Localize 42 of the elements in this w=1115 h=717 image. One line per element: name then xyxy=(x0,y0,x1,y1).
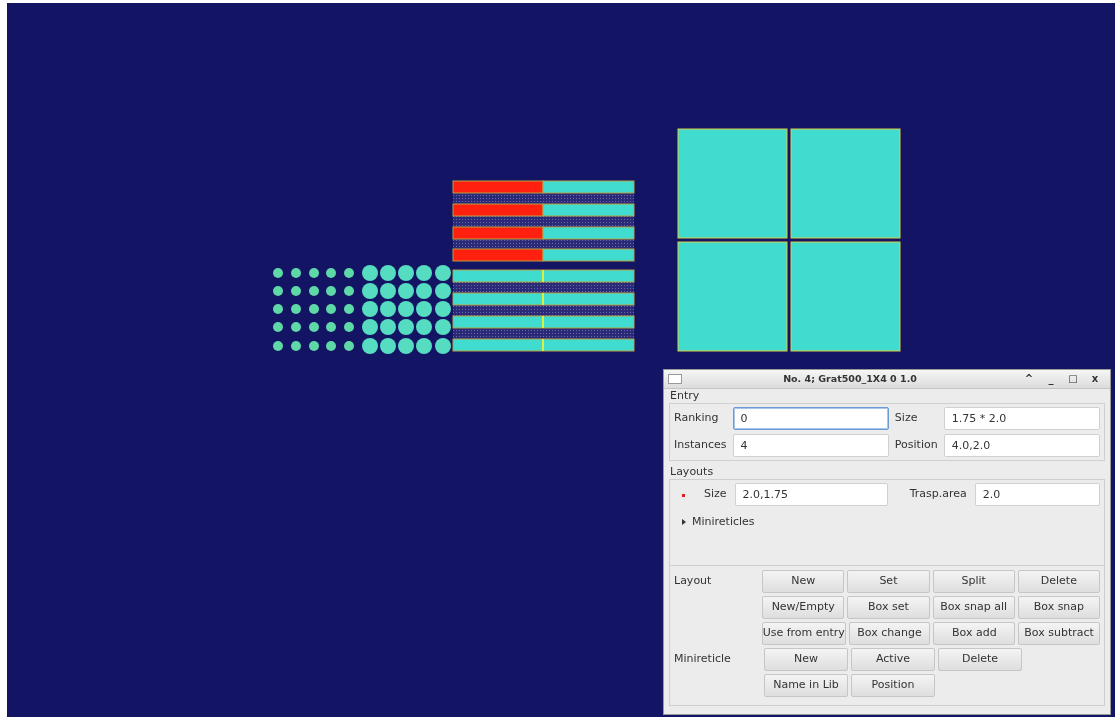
action-button[interactable]: Set xyxy=(847,569,930,593)
group-title: Layouts xyxy=(670,465,715,479)
input-field[interactable]: 4 xyxy=(732,434,889,457)
collapse-button[interactable]: ^ xyxy=(1022,374,1036,384)
window-title: No. 4; Grat500_1X4 0 1.0 xyxy=(782,371,918,386)
action-button[interactable]: Split xyxy=(932,569,1015,593)
maximize-button[interactable]: □ xyxy=(1066,374,1080,384)
action-button[interactable]: New/Empty xyxy=(762,595,845,619)
group-title: Entry xyxy=(670,389,701,403)
expander-label: Minireticles xyxy=(692,514,755,530)
action-button[interactable]: Delete xyxy=(938,647,1022,671)
field-label: Instances xyxy=(674,437,727,454)
action-button[interactable]: New xyxy=(762,569,845,593)
action-button[interactable]: Box snap xyxy=(1017,595,1100,619)
action-button[interactable]: Delete xyxy=(1017,569,1100,593)
field-label: Ranking xyxy=(674,410,720,427)
action-button[interactable]: New xyxy=(764,647,848,671)
field-label: Size xyxy=(704,486,727,503)
expander[interactable]: Minireticles xyxy=(674,514,755,531)
action-button[interactable]: Box subtract xyxy=(1018,621,1100,645)
action-button[interactable]: Box add xyxy=(933,621,1016,645)
input-field[interactable]: 1.75 * 2.0 xyxy=(943,407,1100,430)
window-icon xyxy=(668,374,682,384)
field-label: Size xyxy=(894,410,919,427)
action-button[interactable]: Name in Lib xyxy=(764,673,848,697)
action-button[interactable]: Box set xyxy=(847,595,930,619)
action-button[interactable]: Box snap all xyxy=(932,595,1015,619)
input-field[interactable]: 4.0,2.0 xyxy=(943,434,1100,457)
minimize-button[interactable]: _ xyxy=(1044,374,1058,384)
section-label: Minireticle xyxy=(674,651,731,665)
action-button[interactable]: Position xyxy=(851,673,935,697)
field-label: Position xyxy=(894,437,938,454)
field-label: Trasp.area xyxy=(909,486,967,503)
input-field[interactable]: 2.0,1.75 xyxy=(734,483,888,506)
action-button[interactable]: Use from entry xyxy=(761,621,846,645)
action-button[interactable]: Active xyxy=(851,647,935,671)
action-button[interactable]: Box change xyxy=(848,621,931,645)
close-button[interactable]: x xyxy=(1088,374,1102,384)
input-field[interactable]: 0 xyxy=(732,407,889,430)
section-label: Layout xyxy=(674,573,712,587)
input-field[interactable]: 2.0 xyxy=(974,483,1100,506)
expander-icon xyxy=(682,519,686,526)
